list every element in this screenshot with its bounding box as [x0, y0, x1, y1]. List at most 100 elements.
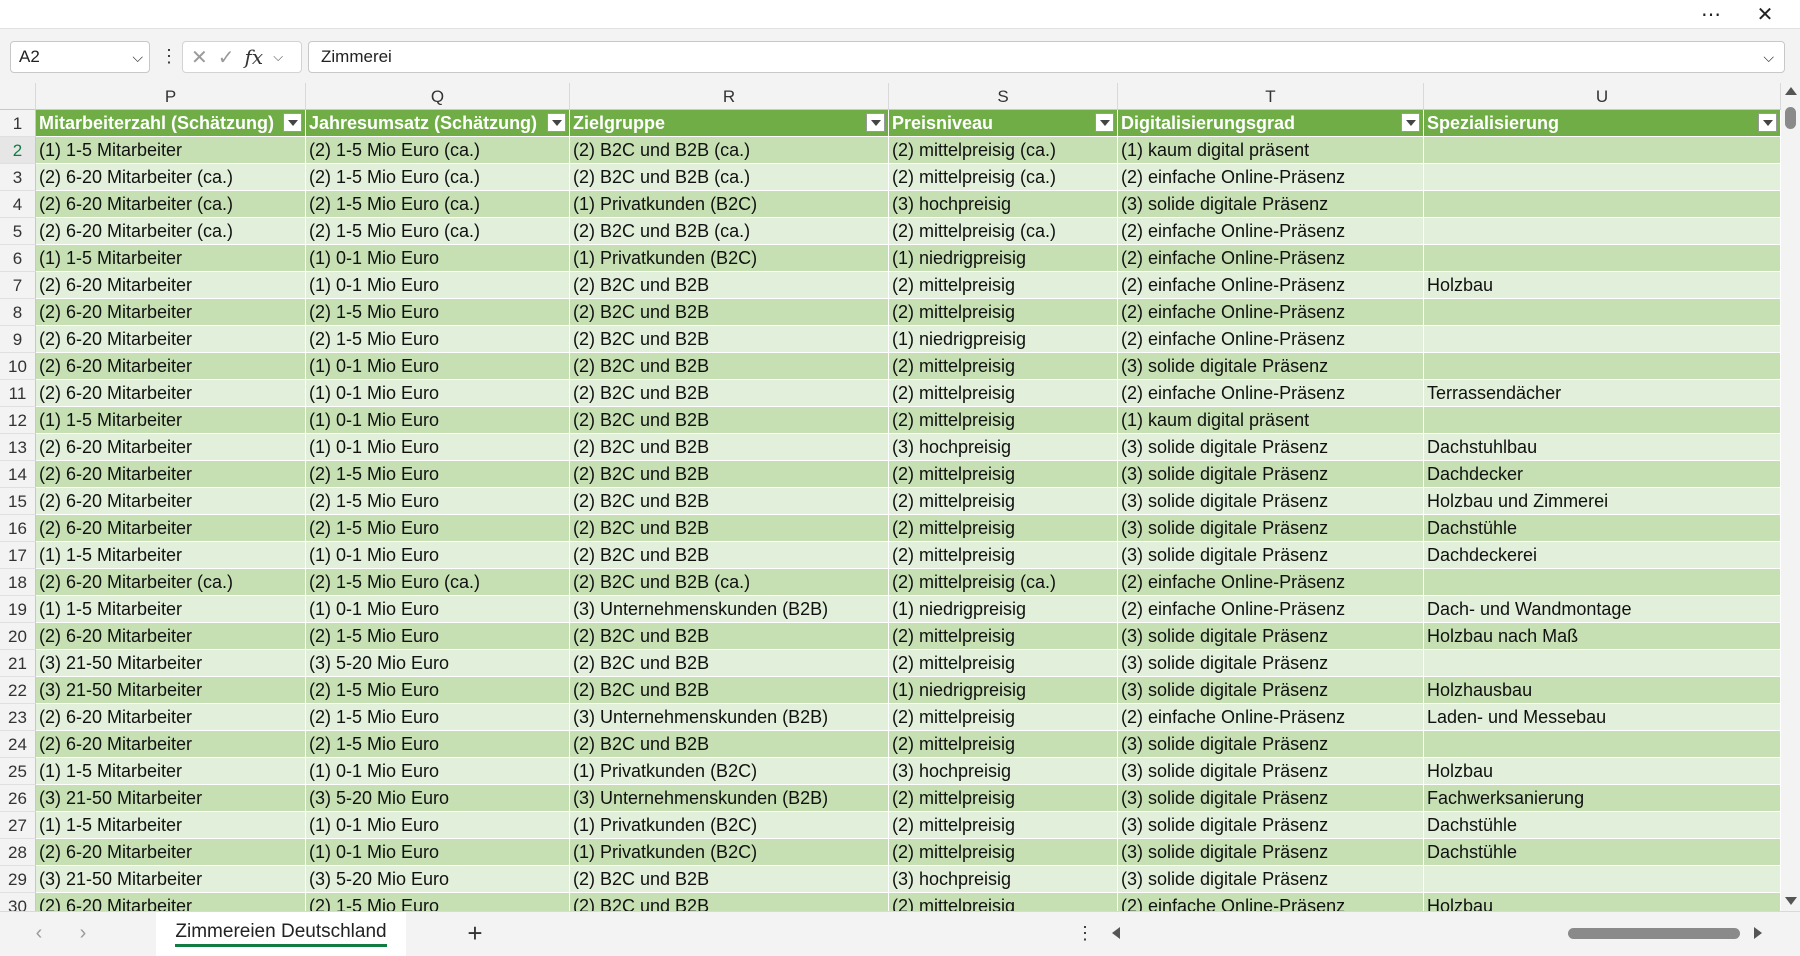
row-number[interactable]: 13	[0, 434, 36, 461]
table-cell[interactable]: (2) B2C und B2B	[570, 380, 889, 407]
table-cell[interactable]: (1) 0-1 Mio Euro	[306, 542, 570, 569]
table-cell[interactable]: (1) Privatkunden (B2C)	[570, 812, 889, 839]
table-cell[interactable]: (2) B2C und B2B	[570, 434, 889, 461]
table-cell[interactable]: (2) 1-5 Mio Euro	[306, 893, 570, 911]
header-cell[interactable]: Mitarbeiterzahl (Schätzung)	[36, 110, 306, 137]
table-cell[interactable]: Dachdecker	[1424, 461, 1781, 488]
header-cell[interactable]: Zielgruppe	[570, 110, 889, 137]
table-cell[interactable]: (3) solide digitale Präsenz	[1118, 623, 1424, 650]
table-cell[interactable]	[1424, 407, 1781, 434]
table-cell[interactable]: (3) Unternehmenskunden (B2B)	[570, 704, 889, 731]
table-cell[interactable]: (2) mittelpreisig	[889, 650, 1118, 677]
column-header-t[interactable]: T	[1118, 83, 1424, 110]
table-cell[interactable]: Terrassendächer	[1424, 380, 1781, 407]
table-cell[interactable]: (2) B2C und B2B	[570, 731, 889, 758]
table-cell[interactable]: (2) 1-5 Mio Euro (ca.)	[306, 191, 570, 218]
row-number[interactable]: 18	[0, 569, 36, 596]
table-cell[interactable]: (2) 6-20 Mitarbeiter	[36, 272, 306, 299]
table-cell[interactable]: (3) hochpreisig	[889, 866, 1118, 893]
next-sheet-icon[interactable]: ›	[70, 920, 96, 946]
table-cell[interactable]: (2) mittelpreisig	[889, 272, 1118, 299]
table-cell[interactable]: (2) mittelpreisig (ca.)	[889, 164, 1118, 191]
table-cell[interactable]: (1) Privatkunden (B2C)	[570, 245, 889, 272]
table-cell[interactable]: (2) B2C und B2B (ca.)	[570, 164, 889, 191]
table-cell[interactable]: (3) solide digitale Präsenz	[1118, 839, 1424, 866]
formula-input[interactable]: Zimmerei ⌵	[308, 41, 1785, 73]
scroll-down-arrow-icon[interactable]	[1785, 897, 1797, 905]
row-number[interactable]: 25	[0, 758, 36, 785]
row-number[interactable]: 9	[0, 326, 36, 353]
table-cell[interactable]: (2) mittelpreisig	[889, 353, 1118, 380]
table-cell[interactable]: (2) mittelpreisig	[889, 515, 1118, 542]
row-number[interactable]: 22	[0, 677, 36, 704]
table-cell[interactable]: (2) B2C und B2B	[570, 515, 889, 542]
table-cell[interactable]: (1) niedrigpreisig	[889, 245, 1118, 272]
row-number[interactable]: 20	[0, 623, 36, 650]
table-cell[interactable]: (2) 1-5 Mio Euro (ca.)	[306, 218, 570, 245]
table-cell[interactable]: (1) 1-5 Mitarbeiter	[36, 758, 306, 785]
table-cell[interactable]: (3) solide digitale Präsenz	[1118, 461, 1424, 488]
table-cell[interactable]: (1) 0-1 Mio Euro	[306, 434, 570, 461]
table-cell[interactable]: (2) mittelpreisig	[889, 488, 1118, 515]
table-cell[interactable]: (2) einfache Online-Präsenz	[1118, 893, 1424, 911]
table-cell[interactable]: Holzbau	[1424, 758, 1781, 785]
filter-dropdown-icon[interactable]	[1095, 113, 1114, 132]
table-cell[interactable]: (2) mittelpreisig	[889, 704, 1118, 731]
table-cell[interactable]: (2) B2C und B2B	[570, 677, 889, 704]
table-cell[interactable]: (1) 0-1 Mio Euro	[306, 839, 570, 866]
table-cell[interactable]: (1) 1-5 Mitarbeiter	[36, 137, 306, 164]
table-cell[interactable]: (2) B2C und B2B (ca.)	[570, 218, 889, 245]
fx-icon[interactable]: fx	[245, 45, 264, 69]
table-cell[interactable]: (3) solide digitale Präsenz	[1118, 515, 1424, 542]
filter-dropdown-icon[interactable]	[1401, 113, 1420, 132]
row-number[interactable]: 6	[0, 245, 36, 272]
table-cell[interactable]: (2) B2C und B2B	[570, 893, 889, 911]
table-cell[interactable]: (3) solide digitale Präsenz	[1118, 785, 1424, 812]
table-cell[interactable]	[1424, 353, 1781, 380]
header-cell[interactable]: Digitalisierungsgrad	[1118, 110, 1424, 137]
scroll-left-arrow-icon[interactable]	[1112, 927, 1120, 939]
table-cell[interactable]	[1424, 299, 1781, 326]
close-icon[interactable]: ✕	[1742, 0, 1788, 28]
table-cell[interactable]: (1) 1-5 Mitarbeiter	[36, 812, 306, 839]
column-header-u[interactable]: U	[1424, 83, 1781, 110]
filter-dropdown-icon[interactable]	[547, 113, 566, 132]
header-cell[interactable]: Spezialisierung	[1424, 110, 1781, 137]
table-cell[interactable]: (1) 0-1 Mio Euro	[306, 758, 570, 785]
table-cell[interactable]: (2) B2C und B2B	[570, 866, 889, 893]
table-cell[interactable]: (2) B2C und B2B	[570, 326, 889, 353]
table-cell[interactable]: (2) B2C und B2B (ca.)	[570, 569, 889, 596]
table-cell[interactable]: (1) Privatkunden (B2C)	[570, 839, 889, 866]
table-cell[interactable]: (2) 6-20 Mitarbeiter	[36, 353, 306, 380]
column-header-p[interactable]: P	[36, 83, 306, 110]
table-cell[interactable]	[1424, 866, 1781, 893]
table-cell[interactable]: (1) niedrigpreisig	[889, 596, 1118, 623]
row-number[interactable]: 3	[0, 164, 36, 191]
table-cell[interactable]: (2) mittelpreisig	[889, 812, 1118, 839]
row-number[interactable]: 14	[0, 461, 36, 488]
prev-sheet-icon[interactable]: ‹	[26, 920, 52, 946]
checkmark-icon[interactable]: ✓	[218, 45, 235, 70]
filter-dropdown-icon[interactable]	[283, 113, 302, 132]
table-cell[interactable]: (1) kaum digital präsent	[1118, 407, 1424, 434]
table-cell[interactable]: Laden- und Messebau	[1424, 704, 1781, 731]
table-cell[interactable]	[1424, 650, 1781, 677]
row-number[interactable]: 12	[0, 407, 36, 434]
table-cell[interactable]: (3) Unternehmenskunden (B2B)	[570, 785, 889, 812]
table-cell[interactable]: (1) 1-5 Mitarbeiter	[36, 407, 306, 434]
table-cell[interactable]: (2) 1-5 Mio Euro	[306, 623, 570, 650]
table-cell[interactable]: (2) 6-20 Mitarbeiter	[36, 623, 306, 650]
vertical-dots-icon[interactable]: ⋮	[160, 41, 178, 73]
table-cell[interactable]: (2) B2C und B2B	[570, 299, 889, 326]
table-cell[interactable]: (1) Privatkunden (B2C)	[570, 758, 889, 785]
table-cell[interactable]: (2) mittelpreisig	[889, 299, 1118, 326]
table-cell[interactable]	[1424, 137, 1781, 164]
column-header-s[interactable]: S	[889, 83, 1118, 110]
table-cell[interactable]: Dach- und Wandmontage	[1424, 596, 1781, 623]
table-cell[interactable]: Dachstuhlbau	[1424, 434, 1781, 461]
table-cell[interactable]: (1) 0-1 Mio Euro	[306, 380, 570, 407]
chevron-down-icon[interactable]: ⌵	[273, 49, 283, 65]
sheet-tab-active[interactable]: Zimmereien Deutschland	[156, 912, 406, 956]
table-cell[interactable]: (1) 0-1 Mio Euro	[306, 812, 570, 839]
table-cell[interactable]: (3) solide digitale Präsenz	[1118, 434, 1424, 461]
